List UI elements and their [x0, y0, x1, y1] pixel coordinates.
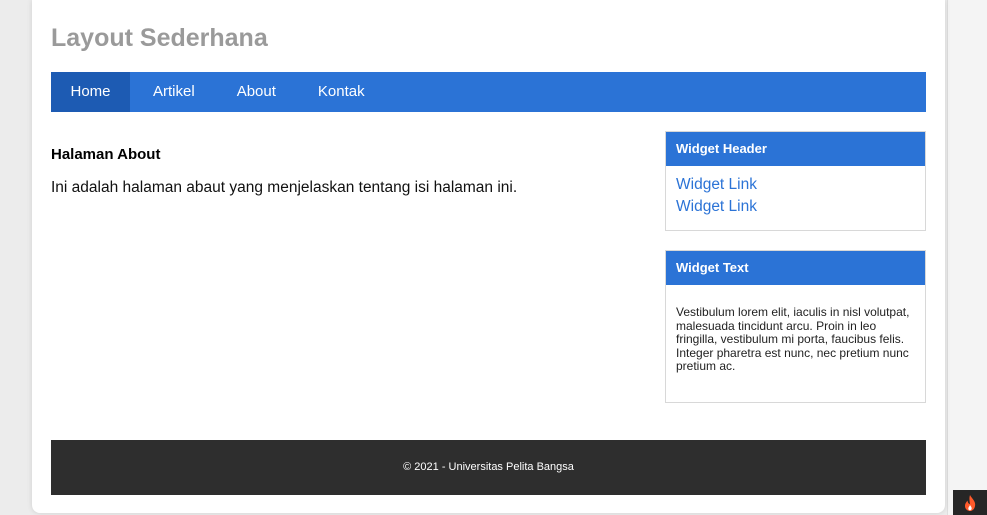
nav-item-about[interactable]: About	[216, 72, 297, 112]
widget-link-1[interactable]: Widget Link	[676, 174, 915, 196]
content-text: Ini adalah halaman abaut yang menjelaska…	[51, 179, 518, 196]
main-nav: Home Artikel About Kontak	[51, 72, 926, 112]
footer: © 2021 - Universitas Pelita Bangsa	[51, 440, 926, 495]
page-container: Layout Sederhana Home Artikel About Kont…	[32, 0, 945, 513]
widget-text-header: Widget Text	[666, 251, 925, 285]
nav-item-kontak[interactable]: Kontak	[297, 72, 383, 112]
widget-link-2[interactable]: Widget Link	[676, 196, 915, 218]
widget-text-body: Vestibulum lorem elit, iaculis in nisl v…	[676, 305, 910, 373]
site-title: Layout Sederhana	[51, 24, 268, 52]
widget-link-list: Widget Link Widget Link	[666, 166, 925, 228]
flame-icon	[965, 494, 976, 511]
widget-text: Widget Text Vestibulum lorem elit, iacul…	[665, 250, 926, 403]
widget-header: Widget Header	[666, 132, 925, 166]
nav-item-artikel[interactable]: Artikel	[130, 72, 216, 112]
browser-scroll-gutter	[947, 0, 987, 515]
flame-badge[interactable]	[953, 490, 987, 515]
widget-links: Widget Header Widget Link Widget Link	[665, 131, 926, 231]
content-title: Halaman About	[51, 146, 161, 163]
nav-item-home[interactable]: Home	[51, 72, 130, 112]
